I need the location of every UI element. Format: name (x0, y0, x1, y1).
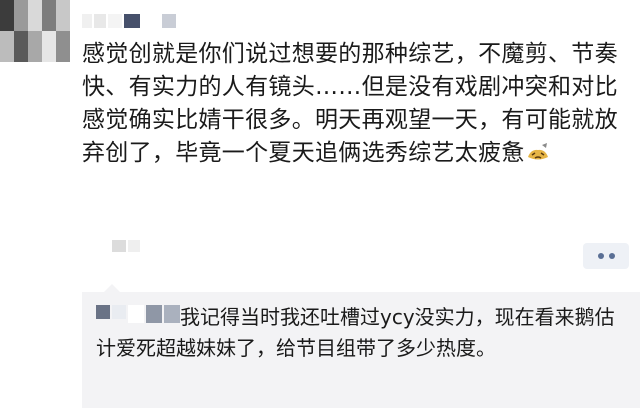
tired-emoji-icon (525, 140, 551, 162)
avatar[interactable] (0, 0, 70, 62)
post-content: 感觉创就是你们说过想要的那种综艺，不魔剪、节奏快、有实力的人有镜头……但是没有戏… (82, 38, 627, 170)
more-options-button[interactable] (583, 243, 629, 269)
post-meta-redacted (112, 240, 140, 252)
username-redacted[interactable] (82, 14, 176, 28)
quoted-reply: 我记得当时我还吐槽过ycy没实力，现在看来鹅估计爱死超越妹妹了，给节目组带了多少… (82, 284, 640, 408)
reply-text: 我记得当时我还吐槽过ycy没实力，现在看来鹅估计爱死超越妹妹了，给节目组带了多少… (96, 305, 615, 360)
